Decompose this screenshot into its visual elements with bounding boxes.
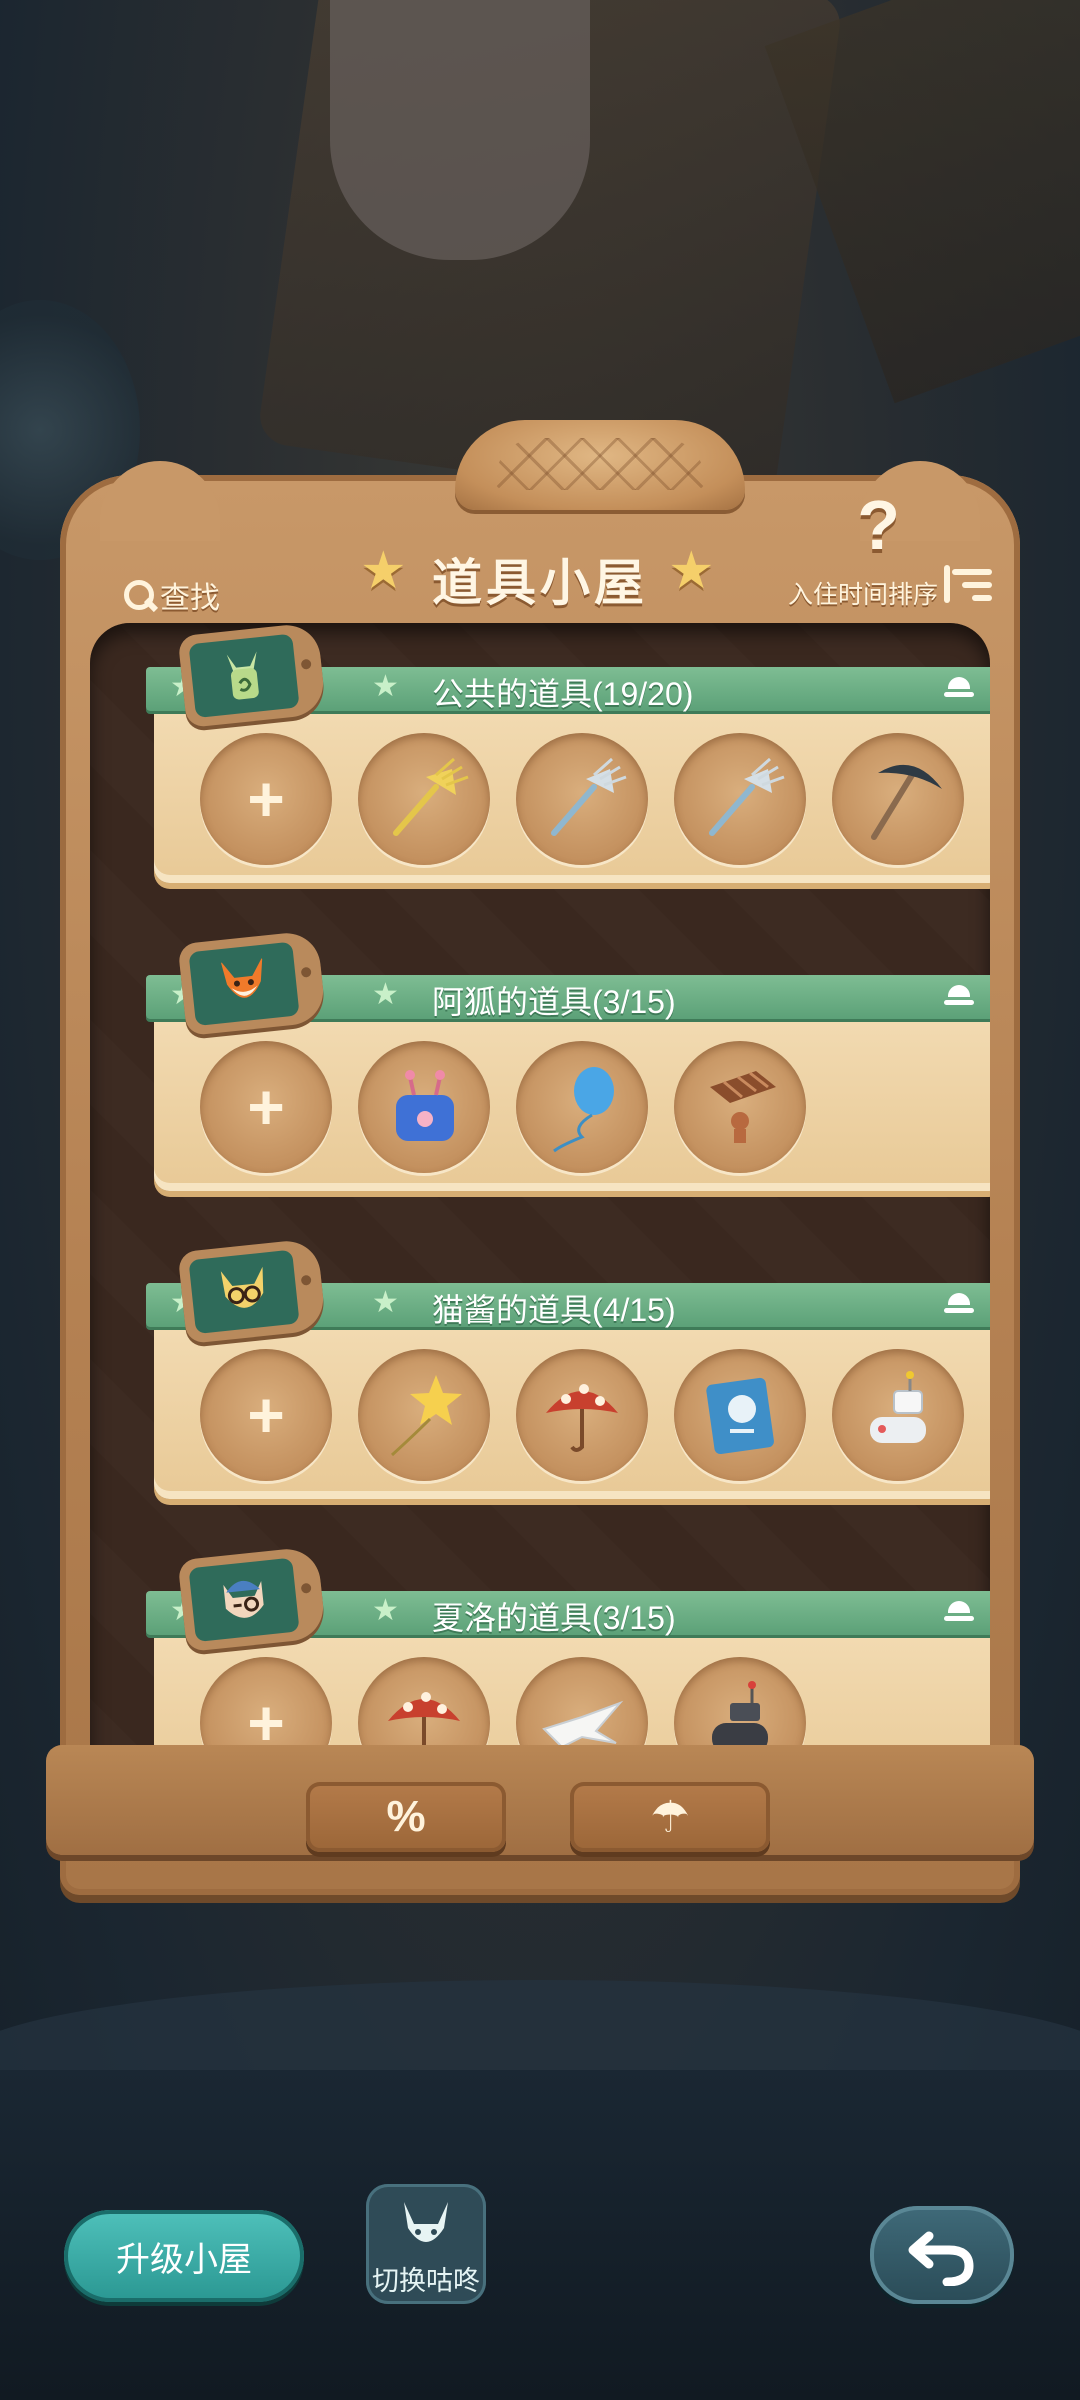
cat-cap-icon — [223, 1580, 264, 1618]
upgrade-house-button[interactable]: 升级小屋 — [64, 2210, 304, 2302]
sort-label[interactable]: 入住时间排序 — [788, 575, 938, 611]
cat-glasses-icon — [220, 1266, 264, 1308]
tool-cabinet: ? 查找 ★ 道具小屋 ★ 入住时间排序 ★ ★ 公共的道具(19/20) — [46, 420, 1034, 1930]
section-title: 公共的道具(19/20) — [432, 676, 694, 712]
collapse-toggle-icon[interactable] — [942, 1291, 976, 1319]
add-item-slot[interactable]: + — [200, 1349, 332, 1481]
percent-icon: % — [386, 1792, 426, 1841]
balloon-icon[interactable] — [516, 1041, 648, 1173]
cabinet-base — [46, 1745, 1034, 1855]
switch-character-label: 切换咕咚 — [372, 2266, 480, 2296]
collapse-toggle-icon[interactable] — [942, 983, 976, 1011]
section-title: 阿狐的道具(3/15) — [432, 984, 676, 1020]
yellow-rake-icon[interactable] — [358, 733, 490, 865]
book-icon[interactable] — [674, 1349, 806, 1481]
pickaxe-icon[interactable] — [832, 733, 964, 865]
star-icon: ★ — [372, 670, 399, 703]
mushroom-umbrella-icon[interactable] — [516, 1349, 648, 1481]
sort-icon[interactable] — [944, 565, 992, 605]
blue-bag-icon[interactable] — [358, 1041, 490, 1173]
blue-rake-icon[interactable] — [516, 733, 648, 865]
owner-tag — [177, 1545, 327, 1653]
owner-tag — [177, 623, 327, 729]
star-icon: ★ — [372, 1594, 399, 1627]
umbrella-icon: ☂ — [650, 1792, 690, 1842]
green-rabbit-icon — [226, 651, 259, 700]
star-balloon-icon[interactable] — [358, 1349, 490, 1481]
switch-character-button[interactable]: 切换咕咚 — [366, 2184, 486, 2304]
blue-rake-icon[interactable] — [674, 733, 806, 865]
collapse-toggle-icon[interactable] — [942, 675, 976, 703]
owner-tag — [177, 929, 327, 1037]
star-icon: ★ — [668, 542, 715, 600]
add-item-slot[interactable]: + — [200, 1041, 332, 1173]
cabinet-lid — [455, 420, 745, 510]
shelf-area[interactable]: ★ ★ 公共的道具(19/20) + — [90, 623, 990, 1783]
umbrella-button[interactable]: ☂ — [570, 1782, 770, 1852]
star-icon: ★ — [372, 978, 399, 1011]
cabinet-frame: ? 查找 ★ 道具小屋 ★ 入住时间排序 ★ ★ 公共的道具(19/20) — [60, 461, 1020, 1895]
fox-icon — [220, 956, 263, 998]
add-item-slot[interactable]: + — [200, 733, 332, 865]
rabbit-face-icon — [404, 2202, 448, 2242]
chocolate-toy-icon[interactable] — [674, 1041, 806, 1173]
robot-toy-icon[interactable] — [832, 1349, 964, 1481]
section-title: 猫酱的道具(4/15) — [432, 1292, 676, 1328]
background-icing — [330, 0, 590, 260]
owner-tag — [177, 1237, 327, 1345]
cabinet-ear-left — [100, 461, 220, 541]
percent-button[interactable]: % — [306, 1782, 506, 1852]
collapse-toggle-icon[interactable] — [942, 1599, 976, 1627]
star-icon: ★ — [372, 1286, 399, 1319]
section-title: 夏洛的道具(3/15) — [432, 1600, 676, 1636]
back-arrow-icon — [908, 2231, 974, 2286]
back-button[interactable] — [870, 2206, 1014, 2304]
